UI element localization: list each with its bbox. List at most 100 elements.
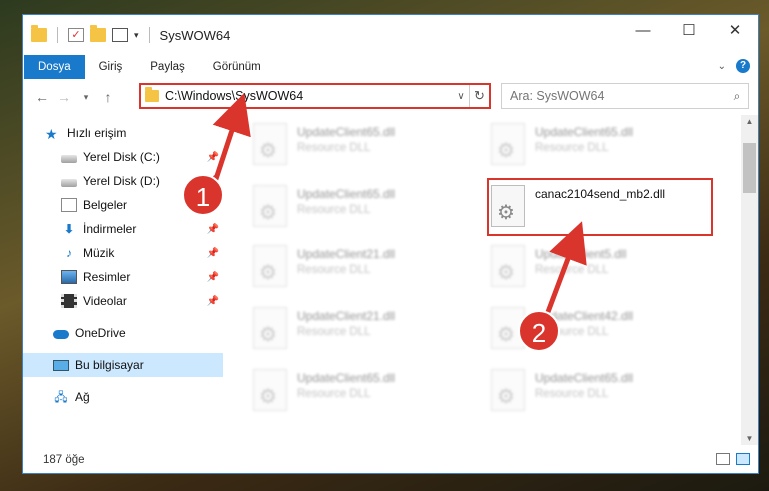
- back-arrow-icon[interactable]: ←: [31, 89, 53, 105]
- pictures-icon: [61, 270, 77, 284]
- file-item[interactable]: UpdateClient21.dll Resource DLL: [247, 303, 467, 353]
- nav-network[interactable]: 🖧 Ağ: [23, 385, 223, 409]
- cloud-icon: [53, 330, 69, 339]
- pin-icon[interactable]: 📌: [207, 248, 219, 259]
- nav-item-music[interactable]: ♪ Müzik 📌: [23, 241, 223, 265]
- list-icon[interactable]: [112, 28, 128, 42]
- forward-arrow-icon[interactable]: →: [53, 89, 75, 105]
- tab-share[interactable]: Paylaş: [136, 55, 199, 79]
- address-row: ← → ▾ ↑ C:\Windows\SysWOW64 ∨ ↻ ⌕: [23, 79, 758, 115]
- pin-icon[interactable]: 📌: [207, 224, 219, 235]
- file-desc: Resource DLL: [297, 204, 371, 216]
- expand-ribbon-icon[interactable]: ⌄: [718, 61, 726, 72]
- file-desc: Resource DLL: [535, 388, 609, 400]
- nav-label: Resimler: [83, 270, 131, 284]
- dll-file-icon: [253, 369, 287, 411]
- file-desc: Resource DLL: [297, 264, 371, 276]
- help-icon[interactable]: ?: [736, 59, 750, 73]
- videos-icon: [61, 294, 77, 308]
- star-icon: ★: [45, 126, 58, 142]
- file-desc: Resource DLL: [535, 142, 609, 154]
- nav-item-downloads[interactable]: ⬇ İndirmeler 📌: [23, 217, 223, 241]
- network-icon: 🖧: [54, 390, 68, 404]
- folder-icon: [31, 25, 47, 42]
- nav-onedrive[interactable]: OneDrive: [23, 321, 223, 345]
- search-input[interactable]: [510, 89, 726, 103]
- close-button[interactable]: ✕: [712, 15, 758, 45]
- nav-label: İndirmeler: [83, 222, 137, 236]
- nav-label: Videolar: [83, 294, 127, 308]
- dll-file-icon: [491, 245, 525, 287]
- file-item[interactable]: UpdateClient65.dll Resource DLL: [485, 119, 705, 169]
- ribbon-right: ⌄ ?: [718, 59, 750, 73]
- file-item[interactable]: UpdateClient65.dll Resource DLL: [247, 365, 467, 415]
- file-desc: Resource DLL: [535, 264, 609, 276]
- file-name: UpdateClient5.dll: [535, 247, 627, 261]
- disk-icon: [61, 154, 77, 163]
- dll-file-icon: [491, 123, 525, 165]
- nav-quick-access[interactable]: ★ Hızlı erişim: [23, 121, 223, 145]
- file-item[interactable]: UpdateClient5.dll Resource DLL: [485, 241, 705, 291]
- file-item[interactable]: UpdateClient65.dll Resource DLL: [247, 119, 467, 169]
- maximize-button[interactable]: ☐: [666, 15, 712, 45]
- scroll-up-icon[interactable]: ▲: [741, 117, 758, 126]
- pin-icon[interactable]: 📌: [207, 296, 219, 307]
- main-body: ★ Hızlı erişim Yerel Disk (C:) 📌 Yerel D…: [23, 115, 758, 435]
- file-name: UpdateClient65.dll: [297, 187, 396, 201]
- window-title: SysWOW64: [159, 27, 231, 43]
- details-view-icon[interactable]: [716, 453, 730, 465]
- file-highlight-box: [487, 178, 713, 236]
- file-name: UpdateClient21.dll: [297, 309, 396, 323]
- file-list: UpdateClient65.dll Resource DLL UpdateCli…: [223, 115, 758, 435]
- new-folder-icon[interactable]: [90, 25, 106, 42]
- recent-chevron-icon[interactable]: ▾: [75, 92, 97, 103]
- view-switcher: [716, 453, 750, 465]
- address-path[interactable]: C:\Windows\SysWOW64: [165, 89, 453, 103]
- file-name: UpdateClient65.dll: [297, 125, 396, 139]
- quick-access-toolbar: ✓ ▾: [31, 25, 154, 43]
- divider: [57, 27, 58, 43]
- divider: [148, 27, 150, 43]
- nav-item-videos[interactable]: Videolar 📌: [23, 289, 223, 313]
- nav-item-disk-c[interactable]: Yerel Disk (C:) 📌: [23, 145, 223, 169]
- tab-file[interactable]: Dosya: [24, 55, 85, 79]
- search-icon[interactable]: ⌕: [726, 89, 748, 104]
- dll-file-icon: [491, 369, 525, 411]
- nav-label: OneDrive: [75, 326, 126, 340]
- tab-home[interactable]: Giriş: [85, 55, 137, 79]
- window-controls: — ☐ ✕: [620, 15, 758, 45]
- scroll-down-icon[interactable]: ▼: [741, 434, 758, 443]
- explorer-window: ✓ ▾ SysWOW64 — ☐ ✕ Dosya Giriş Paylaş Gö…: [22, 14, 759, 474]
- nav-item-pictures[interactable]: Resimler 📌: [23, 265, 223, 289]
- nav-label: Yerel Disk (C:): [83, 150, 160, 164]
- nav-label: Ağ: [75, 390, 90, 404]
- tab-view[interactable]: Görünüm: [199, 55, 275, 79]
- nav-label: Hızlı erişim: [67, 126, 127, 140]
- chevron-down-icon[interactable]: ∨: [453, 91, 469, 102]
- refresh-icon[interactable]: ↻: [469, 85, 489, 107]
- up-arrow-icon[interactable]: ↑: [97, 89, 119, 105]
- scroll-thumb[interactable]: [743, 143, 756, 193]
- pin-icon[interactable]: 📌: [207, 272, 219, 283]
- nav-this-pc[interactable]: Bu bilgisayar: [23, 353, 223, 377]
- documents-icon: [61, 198, 77, 212]
- file-item[interactable]: UpdateClient65.dll Resource DLL: [247, 181, 467, 231]
- chevron-down-icon[interactable]: ▾: [134, 30, 139, 41]
- file-item[interactable]: UpdateClient21.dll Resource DLL: [247, 241, 467, 291]
- file-item[interactable]: UpdateClient65.dll Resource DLL: [485, 365, 705, 415]
- tiles-view-icon[interactable]: [736, 453, 750, 465]
- file-name: UpdateClient65.dll: [297, 371, 396, 385]
- vertical-scrollbar[interactable]: ▲ ▼: [741, 115, 758, 445]
- address-bar[interactable]: C:\Windows\SysWOW64 ∨ ↻: [139, 83, 491, 109]
- file-name: UpdateClient65.dll: [535, 125, 634, 139]
- file-desc: Resource DLL: [297, 388, 371, 400]
- nav-label: Belgeler: [83, 198, 128, 212]
- minimize-button[interactable]: —: [620, 15, 666, 45]
- item-count: 187 öğe: [43, 454, 85, 466]
- nav-label: Bu bilgisayar: [75, 358, 144, 372]
- step-2-badge: 2: [518, 310, 560, 352]
- properties-check-icon[interactable]: ✓: [68, 28, 84, 42]
- pin-icon[interactable]: 📌: [207, 152, 219, 163]
- folder-icon: [145, 87, 159, 102]
- search-box[interactable]: ⌕: [501, 83, 749, 109]
